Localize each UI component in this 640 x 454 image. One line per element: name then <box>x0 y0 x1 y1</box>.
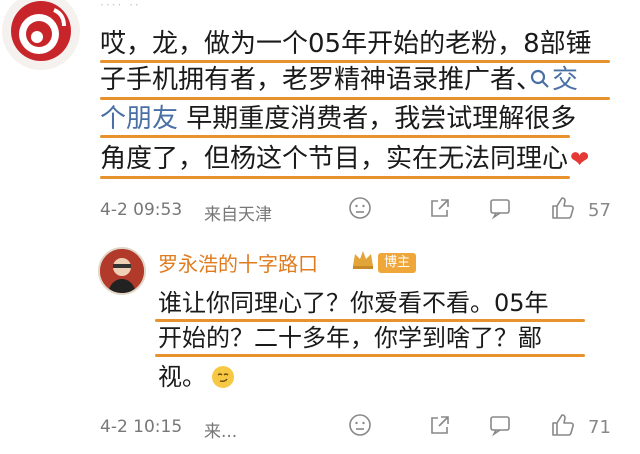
topic-link-text-2[interactable]: 个朋友 <box>100 104 178 134</box>
avatar[interactable] <box>2 0 80 70</box>
comment-location: 来自天津 <box>204 205 272 225</box>
underline <box>100 97 610 100</box>
topic-link[interactable]: 交 <box>530 64 578 96</box>
comment-line-1: 哎，龙，做为一个05年开始的老粉，8部锤 <box>100 29 592 59</box>
crown-icon <box>350 246 376 276</box>
reply-location: 来... <box>204 422 238 442</box>
underline <box>100 176 570 179</box>
like-icon[interactable] <box>550 195 576 221</box>
reply-line-1: 谁让你同理心了？你爱看不看。05年 <box>158 289 549 317</box>
reply-line-2: 开始的？二十多年，你学到啥了？鄙 <box>158 324 542 352</box>
underline <box>100 135 570 138</box>
like-count: 71 <box>588 417 611 438</box>
underline <box>155 354 585 357</box>
comment-line-2: 子手机拥有者，老罗精神语录推广者、 <box>100 65 543 95</box>
dislike-icon[interactable] <box>348 413 372 437</box>
comment-icon[interactable] <box>488 196 512 220</box>
smirk-emoji-icon <box>212 366 234 388</box>
reply-line-3-wrap: 视。 <box>158 362 234 392</box>
share-icon[interactable] <box>428 413 452 437</box>
reply-author-name[interactable]: 罗永浩的十字路口 <box>158 248 318 277</box>
comment-author-name[interactable]: ···· ·· <box>100 0 190 11</box>
topic-link-text-1[interactable]: 交 <box>552 65 578 95</box>
like-icon[interactable] <box>550 412 576 438</box>
underline <box>100 60 610 63</box>
author-badge: 博主 <box>378 253 417 273</box>
comment-line-4: 角度了，但杨这个节目，实在无法同理心 <box>100 144 569 174</box>
comment-icon[interactable] <box>488 413 512 437</box>
reply-avatar[interactable] <box>98 247 146 295</box>
heart-icon: ❤ <box>570 147 590 173</box>
comment-line-3: 早期重度消费者，我尝试理解很多 <box>186 104 577 134</box>
reply-time: 4-2 10:15 <box>100 417 183 437</box>
like-count: 57 <box>588 200 611 221</box>
search-icon <box>530 65 550 88</box>
reply-line-3: 视。 <box>158 363 206 391</box>
person-avatar-icon <box>100 249 144 293</box>
comment-line-3-wrap: 个朋友 早期重度消费者，我尝试理解很多 <box>100 103 576 135</box>
underline <box>155 319 585 322</box>
weibo-logo-icon <box>11 1 71 61</box>
share-icon[interactable] <box>428 196 452 220</box>
dislike-icon[interactable] <box>348 196 372 220</box>
comment-line-4-wrap: 角度了，但杨这个节目，实在无法同理心❤ <box>100 143 589 176</box>
comment-time: 4-2 09:53 <box>100 200 183 220</box>
